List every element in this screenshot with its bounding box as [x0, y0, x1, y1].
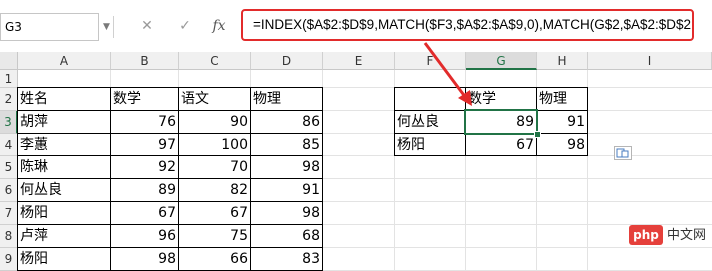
watermark-badge: php	[629, 225, 663, 245]
watermark: php 中文网	[616, 225, 706, 245]
watermark-text: 中文网	[666, 228, 706, 243]
table1-cell[interactable]: 66	[179, 248, 251, 271]
table1-cell[interactable]: 杨阳	[18, 248, 111, 271]
annotation-arrow	[423, 42, 472, 106]
paste-options-icon[interactable]	[614, 146, 632, 160]
table1-cell[interactable]: 83	[251, 248, 323, 271]
row-header-9[interactable]: 9	[0, 248, 18, 271]
table1-cell[interactable]: 98	[111, 248, 179, 271]
